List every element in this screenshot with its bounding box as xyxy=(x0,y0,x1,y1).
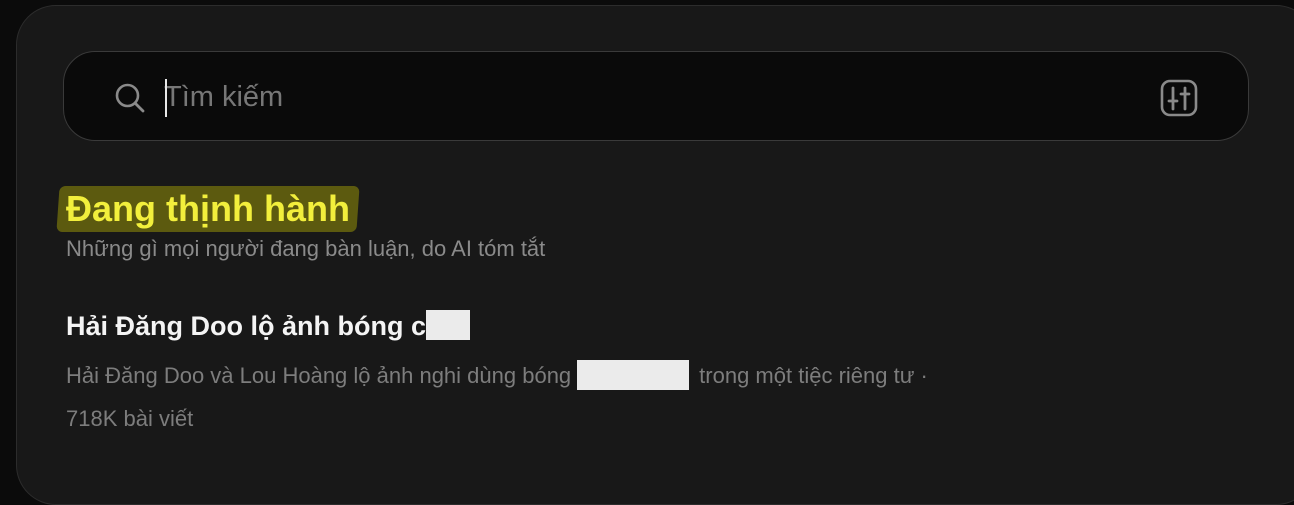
topic-desc-before: Hải Đăng Doo và Lou Hoàng lộ ảnh nghi dù… xyxy=(66,363,572,388)
topic-description: Hải Đăng Doo và Lou Hoàng lộ ảnh nghi dù… xyxy=(66,360,928,391)
topic-desc-after: trong một tiệc riêng tư · xyxy=(699,363,928,388)
topic-title[interactable]: Hải Đăng Doo lộ ảnh bóng c xyxy=(66,309,470,342)
trending-heading: Đang thịnh hành xyxy=(56,186,360,232)
topic-post-count: 718K bài viết xyxy=(66,406,194,431)
trending-subtitle: Những gì mọi người đang bàn luận, do AI … xyxy=(66,236,546,261)
trending-heading-text: Đang thịnh hành xyxy=(66,188,350,229)
sliders-icon[interactable] xyxy=(1160,79,1198,117)
search-bar[interactable] xyxy=(63,51,1249,141)
text-caret xyxy=(165,79,167,117)
topic-title-text: Hải Đăng Doo lộ ảnh bóng c xyxy=(66,311,426,341)
search-input[interactable] xyxy=(164,70,1124,124)
search-icon xyxy=(115,83,145,113)
redaction-box xyxy=(577,360,690,391)
redaction-box xyxy=(426,309,470,340)
